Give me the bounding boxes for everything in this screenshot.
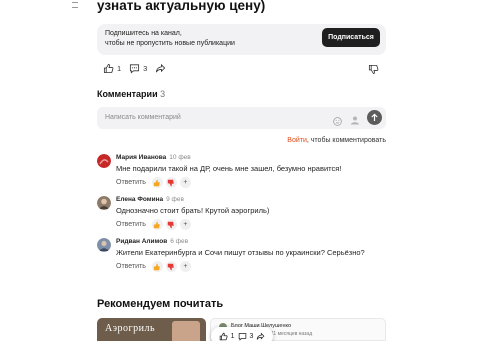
subscribe-text-line1: Подпишитесь на канал, [105, 30, 182, 37]
divider [72, 2, 78, 3]
subscribe-text-line2: чтобы не пропустить новые публикации [105, 40, 235, 47]
attach-image-icon[interactable] [350, 112, 360, 125]
comment-author-name[interactable]: Ридван Алимов [116, 238, 167, 245]
comment-icon[interactable] [129, 63, 140, 74]
post-age: 11 месяцев назад [271, 331, 313, 337]
comment-date: 9 фев [166, 196, 184, 203]
comment-text: Мне подарили такой на ДР, очень мне заше… [116, 164, 342, 173]
comment-author[interactable]: Елена Фомина 9 фев [116, 196, 184, 203]
thumbs-up-icon[interactable] [103, 63, 114, 74]
comment-date: 6 фев [170, 238, 189, 245]
comment-item: Елена Фомина 9 фев Однозначно стоит брать… [97, 196, 387, 232]
comments-count-badge: 3 [160, 89, 166, 99]
comment-author[interactable]: Мария Иванова 10 фев [116, 154, 191, 161]
like-icon[interactable] [151, 219, 163, 230]
reactions-bar: 1 3 [103, 62, 166, 74]
reply-button[interactable]: Ответить [116, 263, 146, 270]
comment-author-name[interactable]: Елена Фомина [116, 196, 163, 203]
share-icon[interactable] [155, 63, 166, 74]
like-icon[interactable] [151, 177, 163, 188]
comment-author[interactable]: Ридван Алимов 6 фев [116, 238, 188, 245]
avatar[interactable] [97, 154, 111, 168]
recommend-heading: Рекомендуем почитать [97, 298, 224, 310]
add-reaction-icon[interactable]: + [179, 261, 191, 272]
comment-icon[interactable] [238, 332, 247, 341]
send-comment-button[interactable] [367, 110, 382, 125]
comment-date: 10 фев [169, 154, 191, 161]
dislike-icon[interactable] [165, 177, 177, 188]
likes-count: 1 [117, 63, 122, 73]
emoji-icon[interactable] [333, 113, 342, 126]
subscribe-text: Подпишитесь на канал, чтобы не пропустит… [105, 29, 235, 49]
login-prompt: Войти, чтобы комментировать [287, 137, 386, 144]
floating-likes-count: 1 [230, 332, 235, 340]
add-reaction-icon[interactable]: + [179, 219, 191, 230]
login-link[interactable]: Войти [287, 137, 307, 144]
reply-button[interactable]: Ответить [116, 221, 146, 228]
reply-button[interactable]: Ответить [116, 179, 146, 186]
dislike-icon[interactable] [165, 219, 177, 230]
add-reaction-icon[interactable]: + [179, 177, 191, 188]
avatar[interactable] [97, 196, 111, 210]
comment-text: Однозначно стоит брать! Крутой аэрогриль… [116, 206, 270, 215]
floating-reaction-bar: 1 3 [211, 327, 273, 341]
thumbs-down-icon[interactable] [368, 62, 379, 75]
comment-item: Мария Иванова 10 фев Мне подарили такой н… [97, 154, 387, 190]
comment-actions: Ответить + [116, 219, 194, 230]
recommend-card-cover-text: Аэрогриль [105, 323, 156, 334]
recommend-card[interactable]: Аэрогриль [97, 318, 206, 341]
comment-input-placeholder: Написать комментарий [105, 114, 181, 121]
floating-comments-count: 3 [249, 332, 254, 340]
comment-actions: Ответить + [116, 177, 194, 188]
avatar[interactable] [97, 238, 111, 252]
comment-text: Жители Екатеринбурга и Сочи пишут отзывы… [116, 248, 365, 257]
comments-title: Комментарии [97, 89, 158, 99]
comment-item: Ридван Алимов 6 фев Жители Екатеринбурга … [97, 238, 387, 274]
login-suffix: , чтобы комментировать [306, 137, 386, 144]
subscribe-card: Подпишитесь на канал, чтобы не пропустит… [97, 24, 386, 55]
thumbs-up-icon[interactable] [219, 332, 228, 341]
dislike-icon[interactable] [165, 261, 177, 272]
article-heading-tail: узнать актуальную цену) [97, 0, 266, 13]
comment-actions: Ответить + [116, 261, 194, 272]
comment-author-name[interactable]: Мария Иванова [116, 154, 166, 161]
recommend-card-photo [172, 321, 200, 341]
subscribe-button[interactable]: Подписаться [322, 28, 380, 47]
divider [72, 7, 78, 8]
comments-count: 3 [143, 63, 148, 73]
like-icon[interactable] [151, 261, 163, 272]
comments-heading: Комментарии 3 [97, 89, 165, 99]
share-icon[interactable] [256, 332, 265, 341]
